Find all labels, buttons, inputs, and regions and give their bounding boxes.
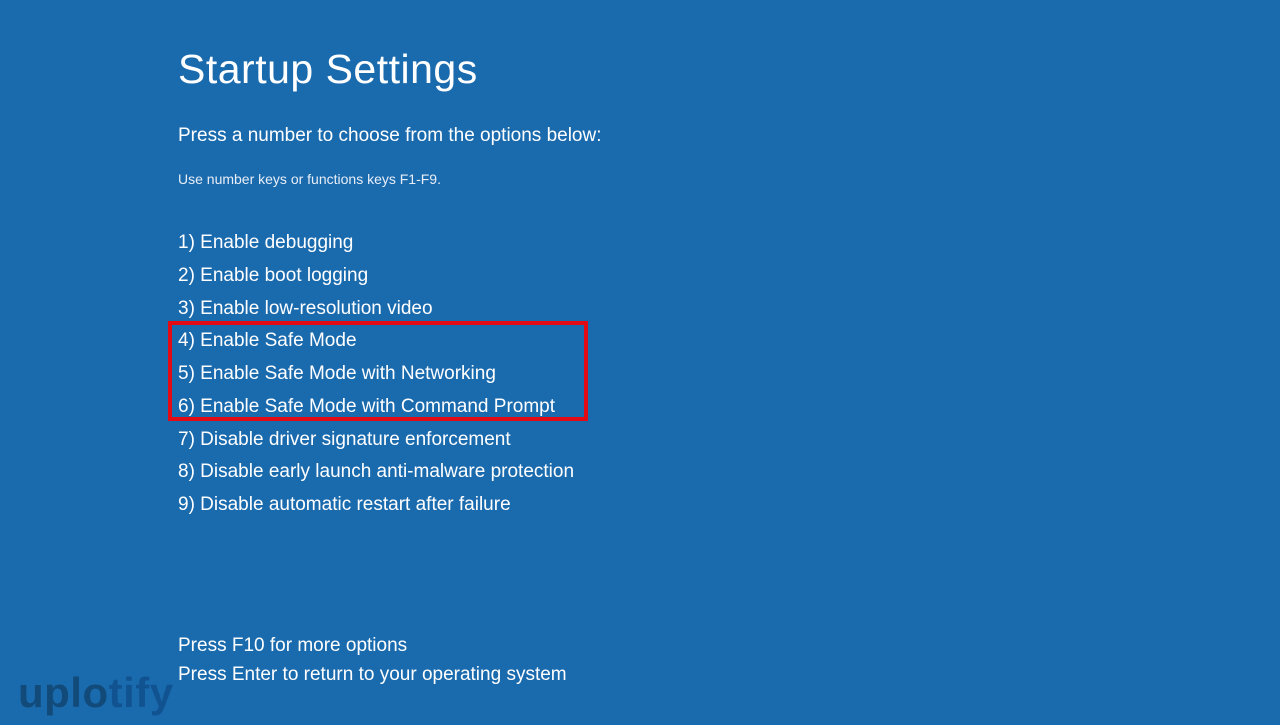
option-4-safe-mode[interactable]: 4) Enable Safe Mode (178, 329, 574, 353)
hint-text: Use number keys or functions keys F1-F9. (178, 171, 1280, 187)
options-list: 1) Enable debugging 2) Enable boot loggi… (178, 227, 574, 521)
footer-return: Press Enter to return to your operating … (178, 660, 1280, 689)
startup-settings-screen: Startup Settings Press a number to choos… (0, 0, 1280, 690)
option-8-disable-anti-malware[interactable]: 8) Disable early launch anti-malware pro… (178, 460, 574, 484)
option-5-safe-mode-networking[interactable]: 5) Enable Safe Mode with Networking (178, 362, 574, 386)
option-3-low-res-video[interactable]: 3) Enable low-resolution video (178, 297, 574, 321)
footer-more-options: Press F10 for more options (178, 631, 1280, 660)
footer: Press F10 for more options Press Enter t… (178, 631, 1280, 690)
option-2-boot-logging[interactable]: 2) Enable boot logging (178, 264, 574, 288)
option-9-disable-auto-restart[interactable]: 9) Disable automatic restart after failu… (178, 493, 574, 517)
page-title: Startup Settings (178, 46, 1280, 93)
instruction-text: Press a number to choose from the option… (178, 125, 1280, 147)
option-1-debugging[interactable]: 1) Enable debugging (178, 231, 574, 255)
option-7-disable-driver-sig[interactable]: 7) Disable driver signature enforcement (178, 428, 574, 452)
option-6-safe-mode-cmd[interactable]: 6) Enable Safe Mode with Command Prompt (178, 395, 574, 419)
